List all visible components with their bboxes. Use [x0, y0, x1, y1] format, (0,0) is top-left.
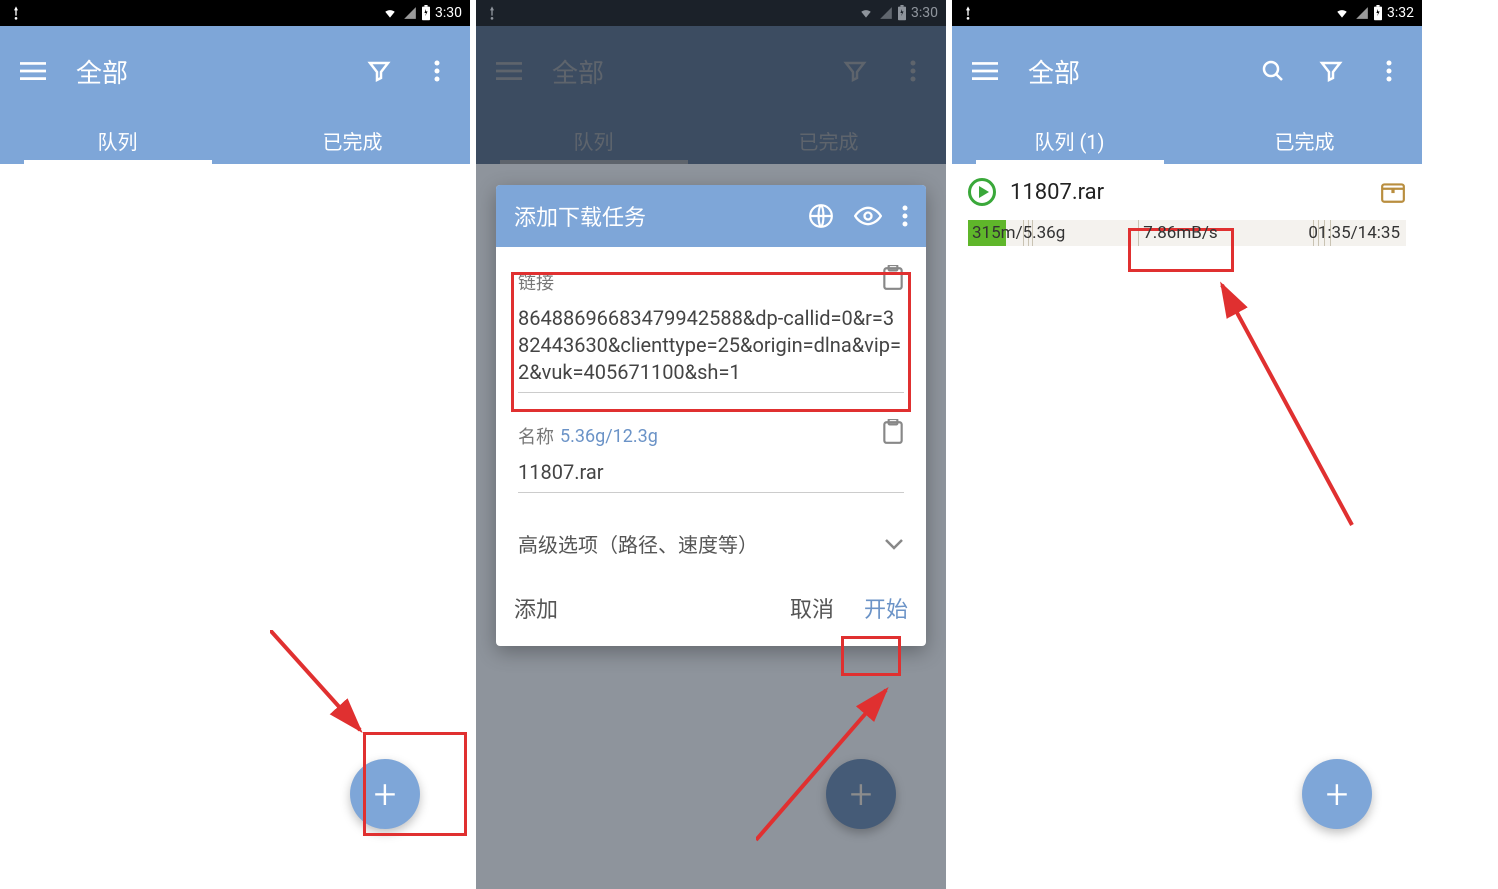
dialog-header: 添加下载任务 [496, 185, 926, 247]
dialog-more-icon[interactable] [902, 204, 908, 228]
advanced-options[interactable]: 高级选项（路径、速度等） [518, 523, 904, 562]
name-field: 名称 5.36g/12.3g 11807.rar [518, 423, 904, 493]
link-input[interactable]: 86488696683479942588&dp-callid=0&r=38244… [518, 295, 904, 393]
tab-done-label: 已完成 [1275, 126, 1335, 155]
plus-icon: + [1326, 771, 1349, 818]
app-bar: 全部 [952, 26, 1422, 116]
tab-queue[interactable]: 队列 [0, 116, 235, 164]
tab-queue-label: 队列 [98, 126, 138, 155]
chevron-down-icon [884, 538, 904, 550]
tabs: 队列 (1) 已完成 [952, 116, 1422, 164]
progress-eta: 01:35/14:35 [1308, 223, 1400, 243]
page-title: 全部 [76, 53, 336, 90]
clipboard-icon[interactable] [882, 265, 904, 291]
start-button[interactable]: 开始 [864, 592, 908, 624]
signal-icon [1355, 6, 1369, 20]
add-fab: + [826, 759, 896, 829]
screen-1-empty-queue: 3:30 全部 队列 已完成 + [0, 0, 470, 889]
menu-icon[interactable] [18, 56, 48, 86]
globe-icon[interactable] [808, 203, 834, 229]
annotation-arrow [1212, 275, 1372, 535]
tab-done[interactable]: 已完成 [235, 116, 470, 164]
add-fab[interactable]: + [1302, 759, 1372, 829]
tab-queue[interactable]: 队列 (1) [952, 116, 1187, 164]
name-label: 名称 [518, 423, 554, 449]
screen-2-add-dialog: 3:30 全部 队列 已完成 添加下载任务 链接 864 [476, 0, 946, 889]
plus-icon: + [850, 771, 873, 818]
name-input[interactable]: 11807.rar [518, 449, 904, 493]
app-bar: 全部 [0, 26, 470, 116]
link-field: 链接 86488696683479942588&dp-callid=0&r=38… [518, 269, 904, 393]
status-bar: 3:30 [0, 0, 470, 26]
wifi-icon [1333, 6, 1351, 20]
menu-icon[interactable] [970, 56, 1000, 86]
link-label: 链接 [518, 269, 554, 295]
notification-icon [8, 5, 24, 21]
tab-done-label: 已完成 [323, 126, 383, 155]
name-size: 5.36g/12.3g [560, 426, 658, 447]
tab-queue-label: 队列 (1) [1034, 126, 1104, 155]
add-fab[interactable]: + [350, 759, 420, 829]
battery-icon [1373, 5, 1383, 21]
progress-size: 315m/5.36g [972, 223, 1065, 243]
tab-done[interactable]: 已完成 [1187, 116, 1422, 164]
signal-icon [403, 6, 417, 20]
screen-3-downloading: 3:32 全部 队列 (1) 已完成 11807.rar [952, 0, 1422, 889]
dialog-title: 添加下载任务 [514, 200, 646, 232]
archive-icon[interactable] [1380, 180, 1406, 204]
play-icon[interactable] [968, 178, 996, 206]
page-title: 全部 [1028, 53, 1230, 90]
annotation-arrow [270, 630, 380, 750]
eye-icon[interactable] [854, 206, 882, 226]
plus-icon: + [374, 771, 397, 818]
wifi-icon [381, 6, 399, 20]
download-filename: 11807.rar [1010, 180, 1366, 205]
filter-icon[interactable] [1316, 56, 1346, 86]
battery-icon [421, 5, 431, 21]
status-bar: 3:32 [952, 0, 1422, 26]
status-time: 3:32 [1387, 5, 1414, 21]
add-button[interactable]: 添加 [514, 592, 558, 624]
cancel-button[interactable]: 取消 [790, 592, 834, 624]
filter-icon[interactable] [364, 56, 394, 86]
more-icon[interactable] [422, 56, 452, 86]
notification-icon [960, 5, 976, 21]
download-progress-bar: 315m/5.36g 7.86mB/s 01:35/14:35 [968, 220, 1406, 246]
add-download-dialog: 添加下载任务 链接 86488696683479942588&dp-callid… [496, 185, 926, 646]
clipboard-icon[interactable] [882, 419, 904, 445]
search-icon[interactable] [1258, 56, 1288, 86]
tabs: 队列 已完成 [0, 116, 470, 164]
dialog-body: 链接 86488696683479942588&dp-callid=0&r=38… [496, 247, 926, 572]
progress-speed: 7.86mB/s [1143, 223, 1217, 243]
more-icon[interactable] [1374, 56, 1404, 86]
dialog-actions: 添加 取消 开始 [496, 572, 926, 646]
advanced-label: 高级选项（路径、速度等） [518, 529, 758, 558]
status-time: 3:30 [435, 5, 462, 21]
download-item[interactable]: 11807.rar 315m/5.36g 7.86mB/s 01:35/14:3… [952, 164, 1422, 246]
